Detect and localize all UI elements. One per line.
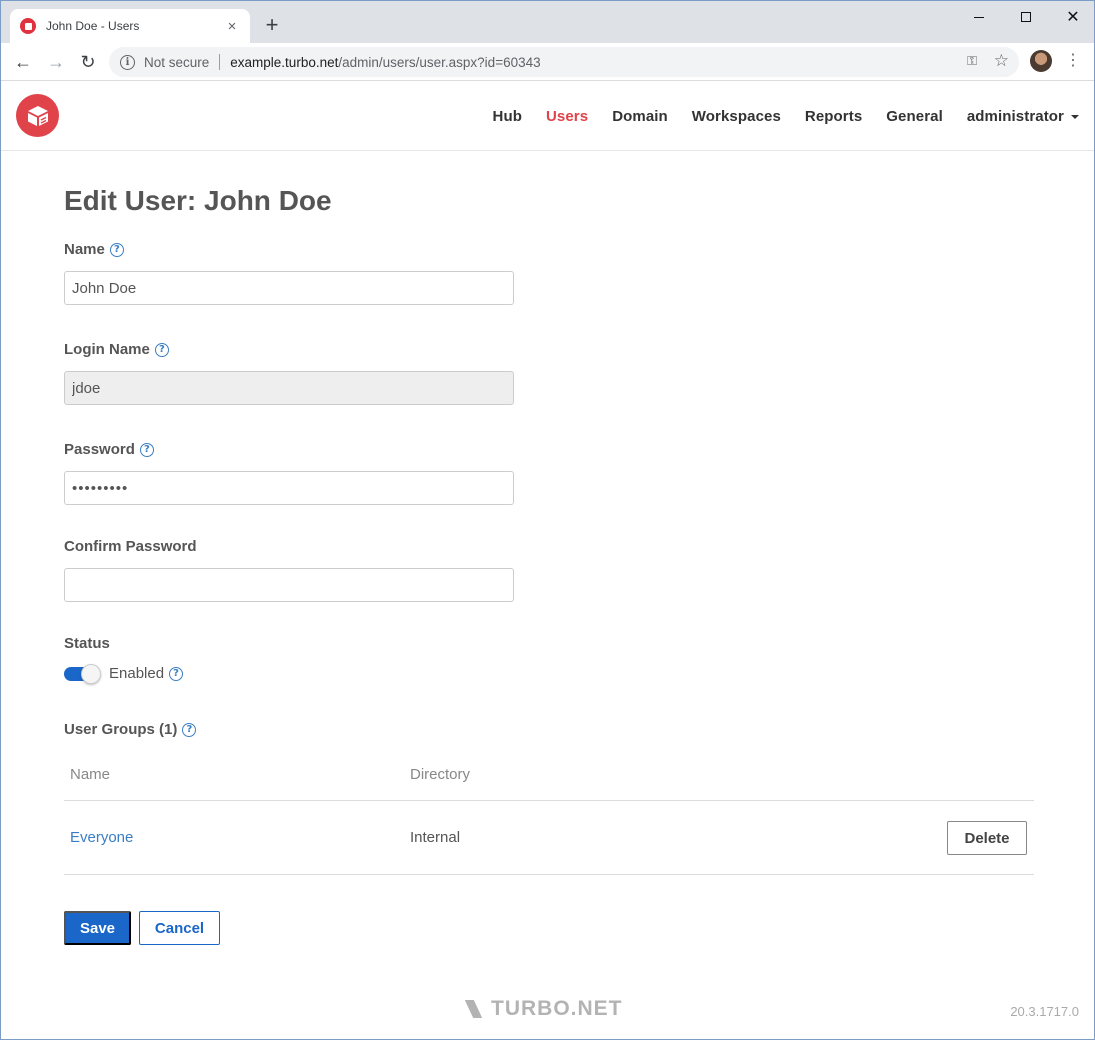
name-label: Name ? xyxy=(64,241,124,258)
new-tab-button[interactable]: + xyxy=(261,13,283,37)
status-toggle[interactable] xyxy=(64,664,101,684)
turbo-logo-icon[interactable] xyxy=(16,94,59,137)
window-close-button[interactable]: ✕ xyxy=(1050,1,1094,33)
row-divider xyxy=(64,874,1034,875)
header-divider xyxy=(64,800,1034,801)
confirm-password-input[interactable] xyxy=(64,568,514,602)
column-header-directory[interactable]: Directory xyxy=(410,766,470,783)
login-name-label-text: Login Name xyxy=(64,341,150,358)
nav-item-hub[interactable]: Hub xyxy=(493,108,522,125)
bookmark-star-icon[interactable]: ☆ xyxy=(994,51,1009,71)
status-value: Enabled xyxy=(109,665,165,682)
tab-strip: John Doe - Users × + ✕ xyxy=(1,1,1094,43)
user-groups-label: User Groups (1) ? xyxy=(64,721,197,738)
user-menu[interactable]: administrator xyxy=(967,108,1079,125)
nav-item-reports[interactable]: Reports xyxy=(805,108,862,125)
browser-window: John Doe - Users × + ✕ ← → ↻ i Not secur… xyxy=(0,0,1095,1040)
cube-icon xyxy=(27,105,48,126)
login-name-help-icon[interactable]: ? xyxy=(154,342,169,357)
minimize-icon xyxy=(974,16,984,18)
maximize-button[interactable] xyxy=(1003,1,1049,33)
back-button[interactable]: ← xyxy=(11,50,35,74)
forward-button[interactable]: → xyxy=(44,50,68,74)
version-label: 20.3.1717.0 xyxy=(1010,1004,1079,1019)
confirm-password-label-text: Confirm Password xyxy=(64,538,197,555)
cancel-button[interactable]: Cancel xyxy=(139,911,220,945)
password-label: Password ? xyxy=(64,441,154,458)
name-label-text: Name xyxy=(64,241,105,258)
nav-item-general[interactable]: General xyxy=(886,108,943,125)
turbo-slash-icon xyxy=(464,1000,483,1018)
name-help-icon[interactable]: ? xyxy=(109,242,124,257)
url-path: /admin/users/user.aspx?id=60343 xyxy=(338,54,541,70)
browser-toolbar: ← → ↻ i Not secure example.turbo.net/adm… xyxy=(1,43,1094,81)
maximize-icon xyxy=(1021,12,1031,22)
url-host: example.turbo.net xyxy=(230,54,339,70)
url-text[interactable]: example.turbo.net/admin/users/user.aspx?… xyxy=(230,55,540,70)
tab-title: John Doe - Users xyxy=(46,19,140,33)
site-header: Hub Users Domain Workspaces Reports Gene… xyxy=(1,81,1094,151)
delete-group-button[interactable]: Delete xyxy=(947,821,1027,855)
caret-down-icon xyxy=(1071,114,1079,119)
key-icon[interactable]: ⚿ xyxy=(967,53,977,69)
profile-avatar[interactable] xyxy=(1030,50,1052,72)
user-groups-help-icon[interactable]: ? xyxy=(182,722,197,737)
user-groups-label-text: User Groups (1) xyxy=(64,721,178,738)
footer-brand-text: TURBO.NET xyxy=(491,997,623,1020)
nav-item-domain[interactable]: Domain xyxy=(612,108,668,125)
browser-menu-icon[interactable]: ⋮ xyxy=(1065,51,1081,71)
save-button[interactable]: Save xyxy=(64,911,131,945)
password-label-text: Password xyxy=(64,441,135,458)
info-icon[interactable]: i xyxy=(120,54,135,70)
login-name-input xyxy=(64,371,514,405)
column-header-name[interactable]: Name xyxy=(70,766,110,783)
favicon-icon xyxy=(20,18,36,34)
tab-close-icon[interactable]: × xyxy=(224,18,240,35)
main-nav: Hub Users Domain Workspaces Reports Gene… xyxy=(469,81,1079,151)
name-input[interactable] xyxy=(64,271,514,305)
not-secure-label[interactable]: Not secure xyxy=(144,55,209,70)
status-label-text: Status xyxy=(64,635,110,652)
status-toggle-label: Enabled ? xyxy=(109,665,184,682)
toggle-knob xyxy=(81,664,101,684)
nav-item-users[interactable]: Users xyxy=(546,108,588,125)
browser-tab[interactable]: John Doe - Users × xyxy=(10,9,250,43)
confirm-password-label: Confirm Password xyxy=(64,538,197,555)
nav-item-workspaces[interactable]: Workspaces xyxy=(692,108,781,125)
password-help-icon[interactable]: ? xyxy=(139,442,154,457)
page-title: Edit User: John Doe xyxy=(64,185,332,216)
reload-button[interactable]: ↻ xyxy=(76,50,100,74)
footer-brand: TURBO.NET xyxy=(464,997,623,1021)
group-name-link[interactable]: Everyone xyxy=(70,829,133,846)
address-bar[interactable]: i Not secure example.turbo.net/admin/use… xyxy=(109,47,1019,77)
minimize-button[interactable] xyxy=(956,1,1002,33)
status-label: Status xyxy=(64,635,110,652)
password-input[interactable] xyxy=(64,471,514,505)
login-name-label: Login Name ? xyxy=(64,341,169,358)
address-divider xyxy=(219,54,221,70)
status-help-icon[interactable]: ? xyxy=(169,666,184,681)
group-directory: Internal xyxy=(410,829,461,846)
user-menu-label: administrator xyxy=(966,107,1064,125)
